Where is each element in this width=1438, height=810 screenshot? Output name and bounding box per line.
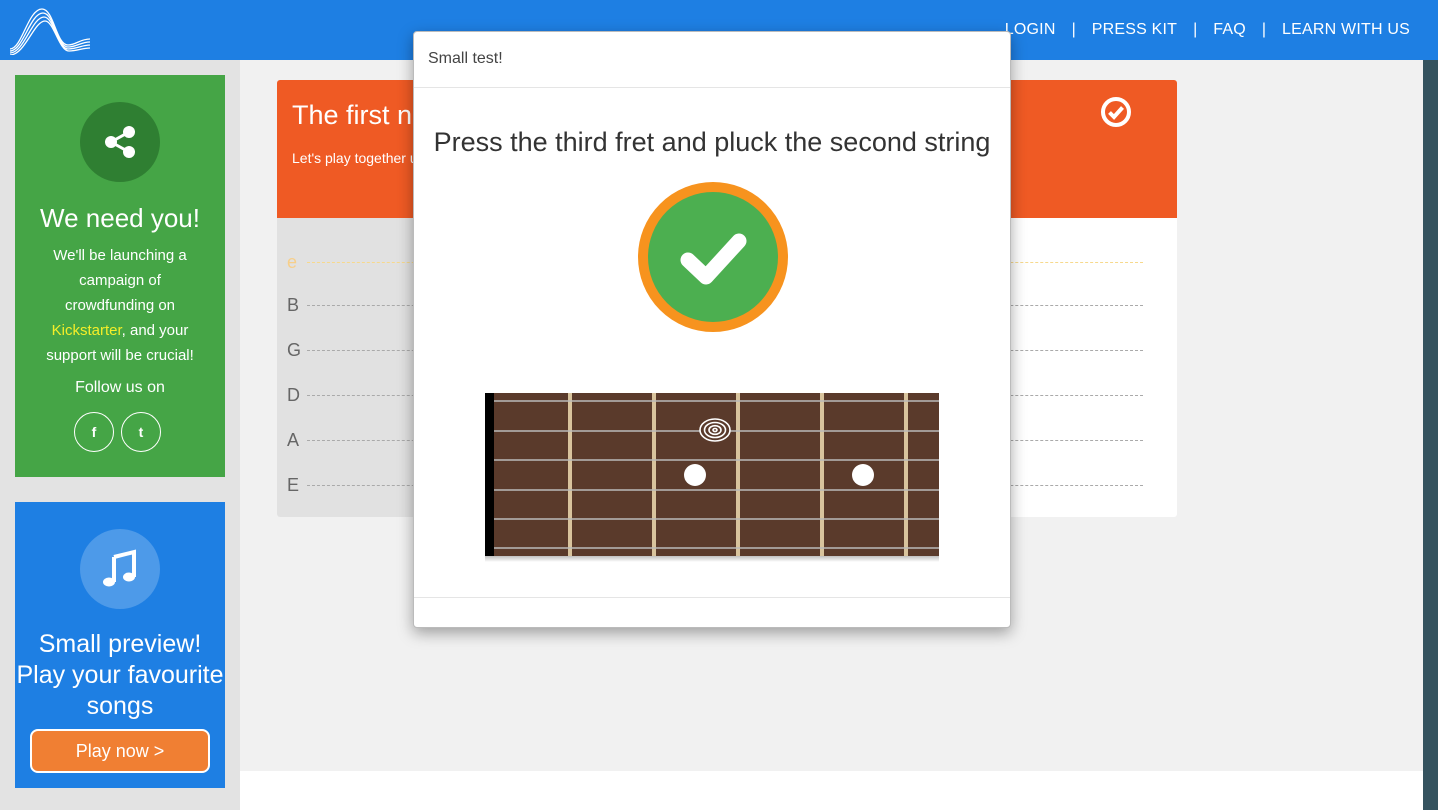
music-note-icon-circle — [80, 529, 160, 609]
test-question: Press the third fret and pluck the secon… — [433, 127, 991, 157]
support-text-part: We'll be launching a campaign of crowdfu… — [53, 247, 187, 314]
string-label: E — [287, 475, 300, 495]
preview-card: Small preview! Play your favourite songs… — [15, 502, 225, 788]
guitar-fretboard[interactable] — [485, 393, 939, 563]
footer-strip — [240, 771, 1423, 810]
test-modal: Small test! Press the third fret and plu… — [413, 31, 1011, 628]
share-icon-circle — [80, 102, 160, 182]
share-icon — [105, 126, 135, 158]
nav-separator: | — [1193, 21, 1198, 38]
string-label: e — [287, 252, 298, 272]
modal-footer — [414, 597, 1010, 598]
play-now-button[interactable]: Play now > — [30, 729, 210, 773]
wave-logo-icon[interactable] — [8, 5, 92, 55]
nav-separator: | — [1071, 21, 1076, 38]
nav-login-link[interactable]: LOGIN — [1005, 21, 1056, 39]
main-nav: LOGIN | PRESS KIT | FAQ | LEARN WITH US — [1005, 0, 1410, 60]
check-circle-icon — [1101, 97, 1131, 127]
nav-press-kit-link[interactable]: PRESS KIT — [1092, 21, 1177, 39]
fingerprint-icon — [699, 418, 731, 442]
preview-card-title: Small preview! Play your favourite songs — [16, 630, 224, 720]
twitter-glyph: t — [138, 424, 144, 440]
support-card-text: We'll be launching a campaign of crowdfu… — [35, 243, 205, 368]
lesson-title: The first no — [292, 100, 428, 130]
nav-faq-link[interactable]: FAQ — [1213, 21, 1246, 39]
string-label: B — [287, 295, 300, 315]
support-card: We need you! We'll be launching a campai… — [15, 75, 225, 477]
string-label: A — [287, 430, 300, 450]
follow-us-label: Follow us on — [75, 379, 165, 396]
modal-title: Small test! — [428, 50, 503, 67]
kickstarter-link[interactable]: Kickstarter — [52, 322, 122, 339]
string-label: D — [287, 385, 300, 405]
modal-header: Small test! — [414, 32, 1010, 88]
success-check-icon — [638, 182, 788, 332]
nav-learn-with-us-link[interactable]: LEARN WITH US — [1282, 21, 1410, 39]
right-edge-bar — [1423, 60, 1438, 810]
facebook-glyph: f — [91, 424, 97, 440]
facebook-icon[interactable]: f — [74, 412, 114, 452]
music-note-icon — [103, 549, 136, 587]
twitter-icon[interactable]: t — [121, 412, 161, 452]
nav-separator: | — [1261, 21, 1267, 38]
string-label: G — [287, 340, 302, 360]
support-card-title: We need you! — [40, 203, 200, 233]
